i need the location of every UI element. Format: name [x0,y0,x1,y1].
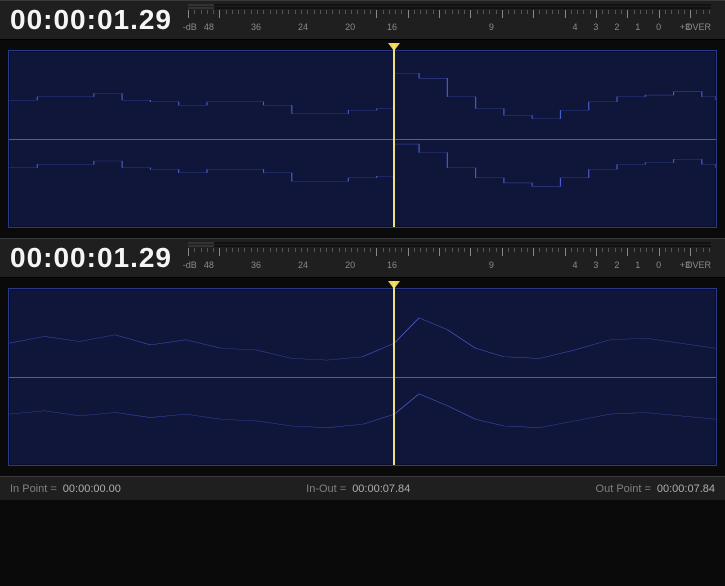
wave-path-ch2 [9,394,716,428]
footer-out-point: Out Point = 00:00:07.84 [596,483,715,495]
out-point-value: 00:00:07.84 [657,483,715,495]
meter-labels-row-2: -dB4836242016943210+3OVER [188,260,711,274]
panel-2-header: 00:00:01.29 -dB4836242016943210+3OVER [0,238,725,278]
wave-path-ch2 [9,144,716,186]
panel-2-wave-box[interactable] [8,288,717,466]
panel-1-timecode: 00:00:01.29 [10,4,172,36]
meter-label: 20 [345,22,355,32]
panel-1-audio-meter: -dB4836242016943210+3OVER [184,3,715,37]
meter-label: 4 [573,260,578,270]
meter-label: 3 [593,260,598,270]
meter-bar-left [188,4,711,6]
footer-status-bar: In Point = 00:00:00.00 In-Out = 00:00:07… [0,476,725,500]
footer-in-out: In-Out = 00:00:07.84 [306,483,410,495]
meter-bar-left [188,242,711,244]
in-point-label: In Point = [10,483,57,495]
in-point-value: 00:00:00.00 [63,483,121,495]
in-out-label: In-Out = [306,483,346,495]
meter-label: 20 [345,260,355,270]
meter-label: 9 [489,22,494,32]
footer-in-point: In Point = 00:00:00.00 [10,483,121,495]
meter-label: OVER [685,260,711,270]
meter-label: 16 [387,22,397,32]
meter-label: 36 [251,22,261,32]
panel-2-timecode: 00:00:01.29 [10,242,172,274]
meter-label: 1 [635,22,640,32]
meter-label: 4 [573,22,578,32]
meter-label: 24 [298,22,308,32]
panel-1-waveform-svg [9,51,716,227]
panel-1-header: 00:00:01.29 -dB4836242016943210+3OVER [0,0,725,40]
meter-label: 0 [656,260,661,270]
meter-label: 0 [656,22,661,32]
meter-label: 48 [204,22,214,32]
meter-label: 9 [489,260,494,270]
meter-unit-label: -dB [183,260,197,270]
wave-path-ch1 [9,73,716,119]
meter-label: OVER [685,22,711,32]
playhead-line [393,43,395,227]
meter-ticks [188,10,711,22]
meter-label: 36 [251,260,261,270]
meter-label: 2 [614,22,619,32]
panel-2-audio-meter: -dB4836242016943210+3OVER [184,241,715,275]
out-point-label: Out Point = [596,483,651,495]
meter-label: 16 [387,260,397,270]
meter-ticks [188,248,711,260]
meter-label: 48 [204,260,214,270]
meter-label: 2 [614,260,619,270]
meter-label: 3 [593,22,598,32]
panel-2-waveform-svg [9,289,716,465]
playhead-line [393,281,395,465]
meter-bar-right [188,7,711,9]
panel-1-wave-box[interactable] [8,50,717,228]
meter-bar-right [188,245,711,247]
meter-labels-row-1: -dB4836242016943210+3OVER [188,22,711,36]
panel-2-wave-area [0,278,725,476]
in-out-value: 00:00:07.84 [352,483,410,495]
wave-path-ch1 [9,318,716,360]
meter-label: 1 [635,260,640,270]
meter-unit-label: -dB [183,22,197,32]
meter-label: 24 [298,260,308,270]
panel-1-wave-area [0,40,725,238]
